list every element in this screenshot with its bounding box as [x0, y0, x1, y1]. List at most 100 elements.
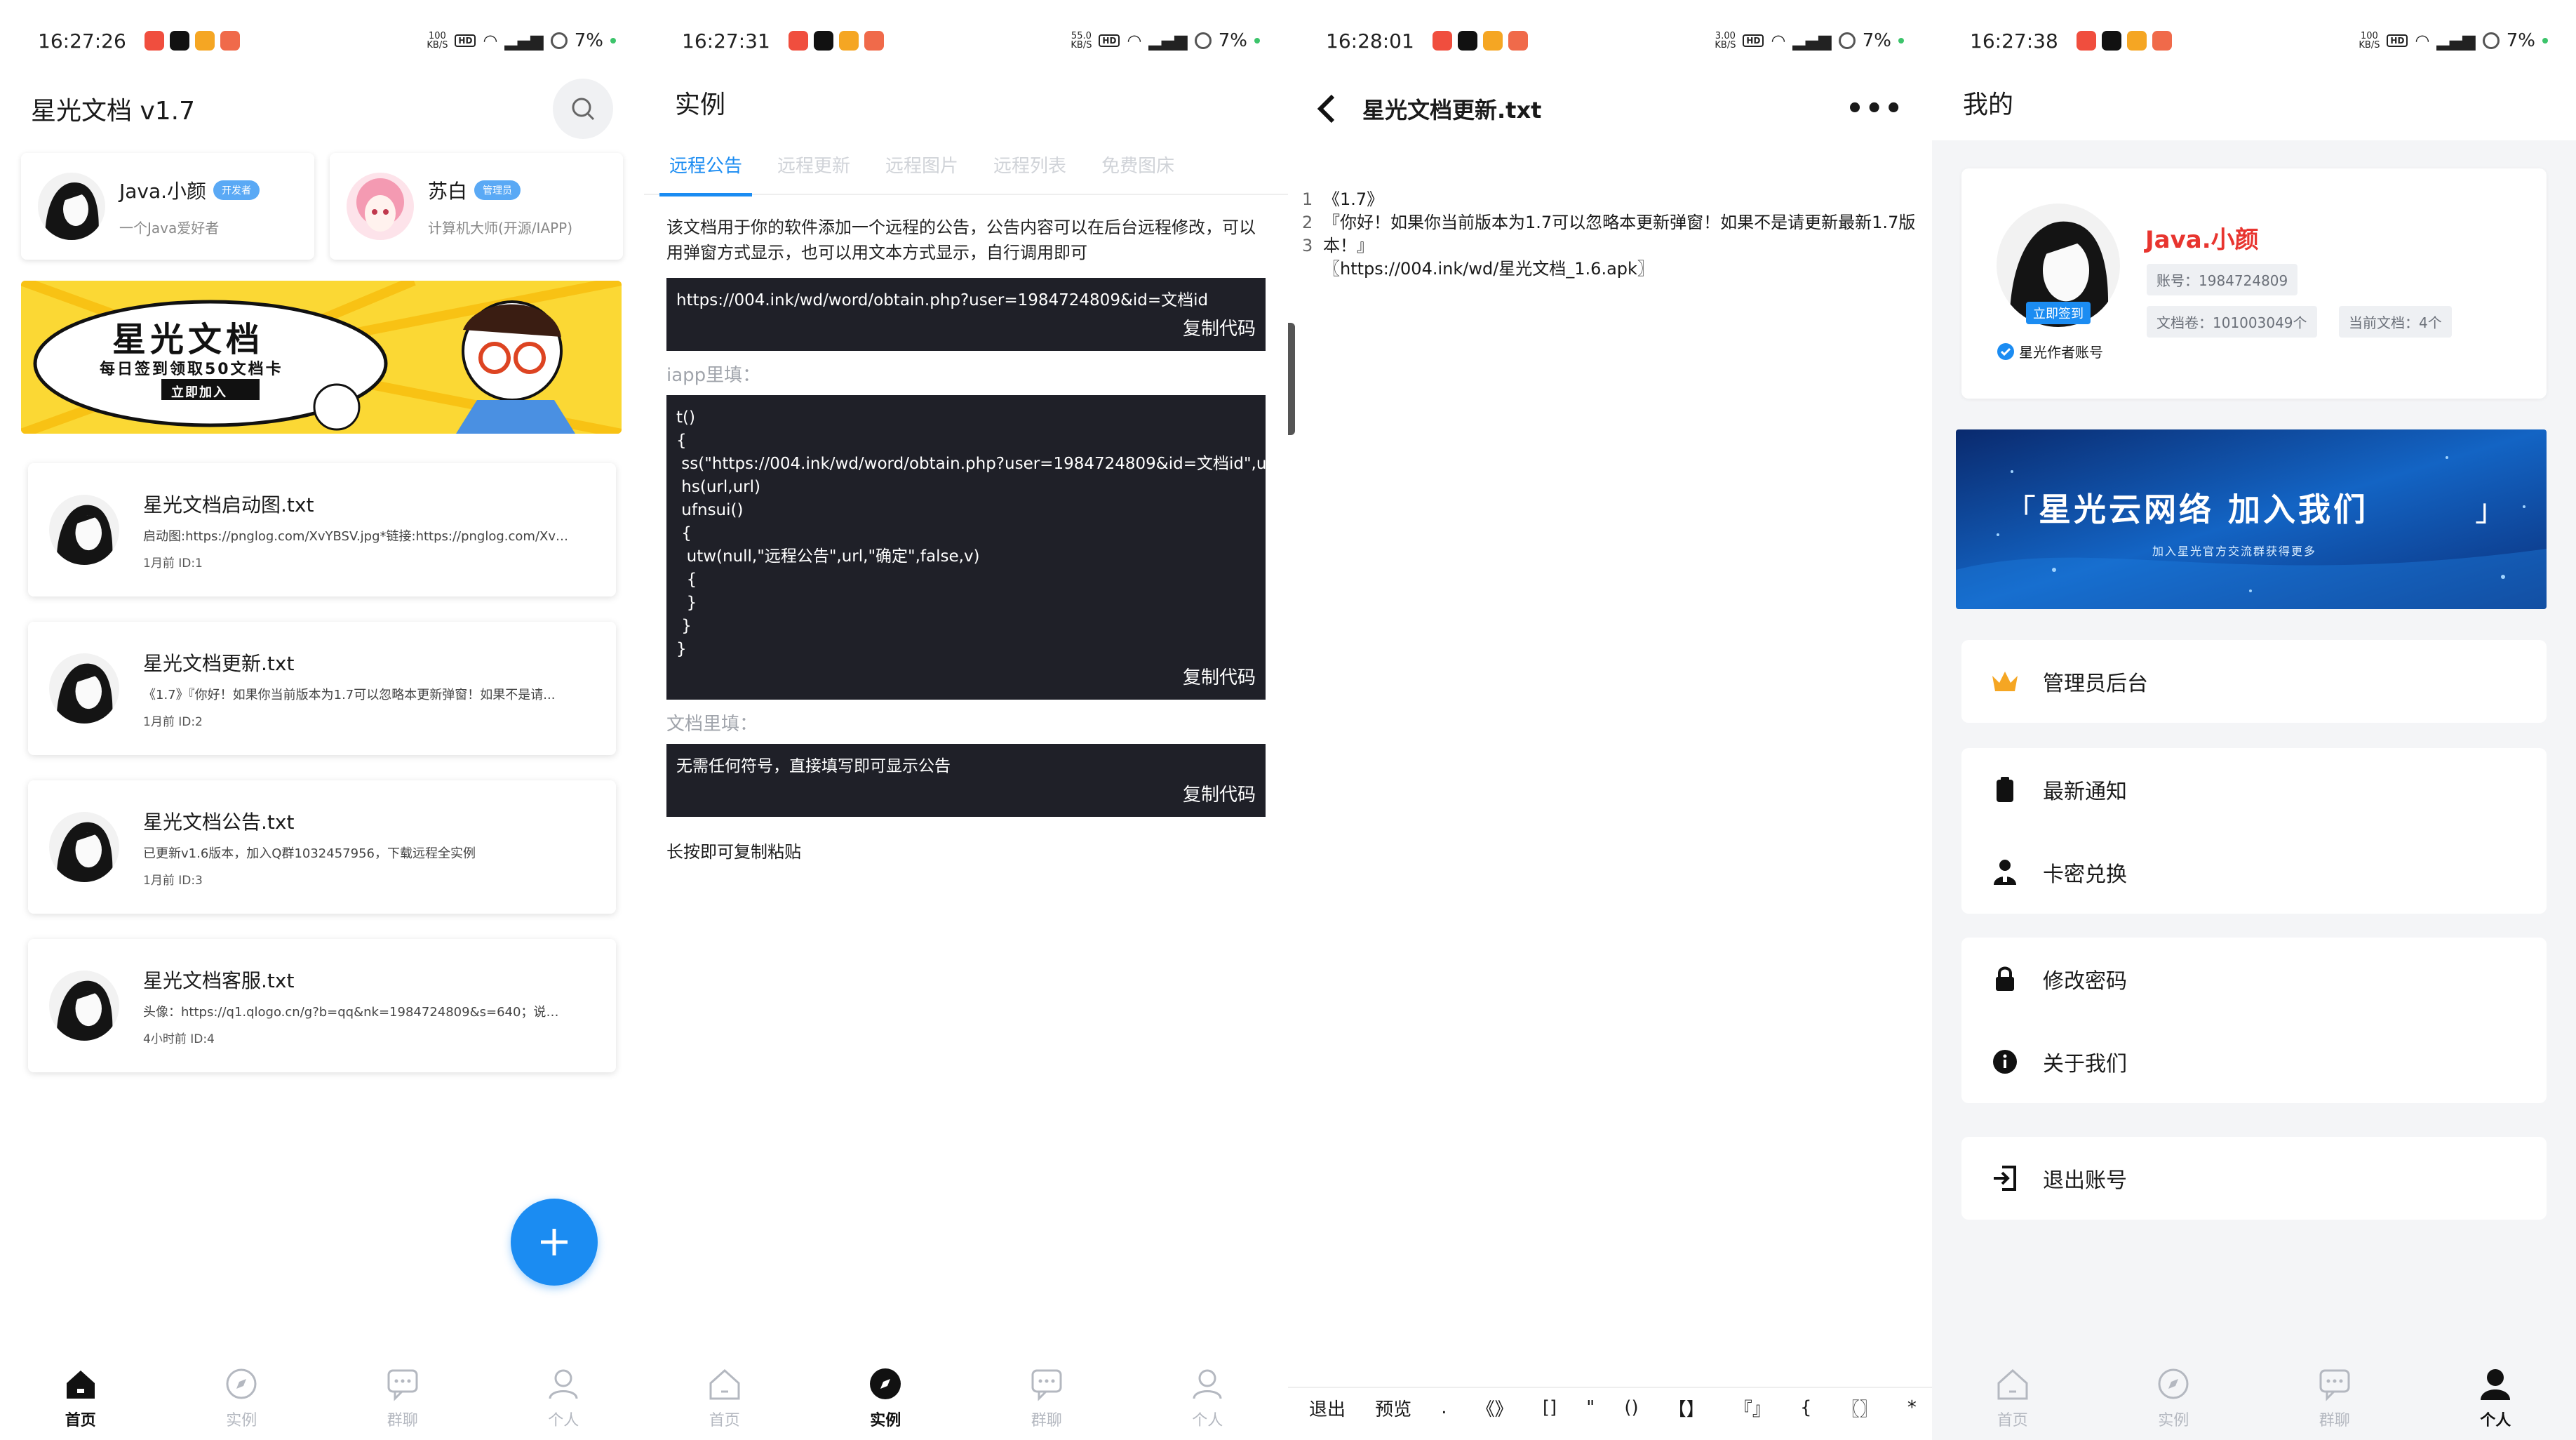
tiktok-notification-icon — [813, 31, 833, 51]
nav-me[interactable]: 个人 — [521, 1366, 605, 1430]
battery-icon — [1194, 32, 1212, 49]
nav-me[interactable]: 个人 — [2453, 1366, 2537, 1430]
user-name: Java.小颜 — [119, 179, 207, 203]
compass-icon — [870, 1368, 901, 1399]
doc-card[interactable]: 星光文档启动图.txt 启动图:https://pnglog.com/XvYBSV… — [28, 463, 616, 596]
nav-examples[interactable]: 实例 — [2131, 1366, 2215, 1430]
symbol-key[interactable]: . — [1441, 1397, 1447, 1418]
doc-title: 星光文档启动图.txt — [143, 493, 314, 516]
back-icon[interactable] — [1316, 93, 1337, 124]
profile-card: 立即签到 星光作者账号 Java.小颜 账号：1984724809 文档卷：10… — [1961, 168, 2547, 399]
symbol-key[interactable]: " — [1586, 1397, 1595, 1418]
editor-line: 1 《1.7》 — [1302, 189, 1384, 209]
doc-card[interactable]: 星光文档更新.txt 《1.7》『你好！如果你当前版本为1.7可以忽略本更新弹窗！… — [28, 622, 616, 755]
user-icon — [549, 1369, 578, 1399]
checkin-button[interactable]: 立即签到 — [2026, 302, 2091, 324]
doc-card[interactable]: 星光文档客服.txt 头像：https://q1.qlogo.cn/g?b=qq&… — [28, 939, 616, 1072]
page-title: 星光文档 v1.7 — [31, 97, 196, 126]
current-docs-tag: 当前文档：4个 — [2339, 306, 2452, 338]
charging-dot — [2542, 38, 2548, 44]
account-tag: 账号：1984724809 — [2147, 264, 2298, 295]
svg-text:「: 「 — [2005, 493, 2036, 528]
exit-button[interactable]: 退出 — [1309, 1395, 1346, 1421]
nav-examples[interactable]: 实例 — [843, 1366, 927, 1430]
symbol-key[interactable]: { — [1800, 1397, 1812, 1418]
add-doc-button[interactable] — [511, 1199, 598, 1286]
info-icon — [1993, 1050, 2017, 1074]
menu-about[interactable]: 关于我们 — [1961, 1020, 2547, 1103]
symbol-key[interactable]: 『』 — [1734, 1395, 1771, 1421]
status-bar: 16:27:38 100 KB/S HD ◠ ▂▄▆ 7% — [1932, 20, 2576, 62]
battery-percent: 7% — [1218, 30, 1247, 51]
doc-code: 无需任何符号，直接填写即可显示公告 — [676, 757, 951, 775]
user-desc: 计算机大师(开源/IAPP) — [428, 219, 573, 236]
app-notification-icon — [1482, 31, 1503, 51]
more-icon[interactable]: ••• — [1846, 93, 1904, 125]
status-time: 16:27:38 — [1970, 29, 2058, 53]
editor-content[interactable]: 1 《1.7》 2 『你好！如果你当前版本为1.7可以忽略本更新弹窗！如果不是请更新… — [1302, 188, 1918, 281]
app-notification-icon — [220, 31, 240, 51]
signal-icon: ▂▄▆ — [1148, 31, 1188, 51]
symbol-key[interactable]: 《》 — [1477, 1395, 1513, 1421]
promo-banner[interactable]: 星光文档 每日签到领取50文档卡 立即加入 — [21, 281, 622, 434]
doc-meta: 4小时前 ID:4 — [143, 1032, 215, 1046]
example-description: 该文档用于你的软件添加一个远程的公告，公告内容可以在后台远程修改，可以用弹窗方式… — [666, 218, 1256, 262]
nav-chat[interactable]: 群聊 — [1005, 1366, 1089, 1430]
status-bar: 16:28:01 3.00 KB/S HD ◠ ▂▄▆ 7% — [1288, 20, 1932, 62]
tab-remote-image[interactable]: 远程图片 — [885, 152, 958, 195]
nav-home[interactable]: 首页 — [39, 1366, 123, 1430]
symbol-key[interactable]: 〖〗 — [1842, 1395, 1878, 1421]
nav-me[interactable]: 个人 — [1165, 1366, 1249, 1430]
scroll-handle[interactable] — [1288, 323, 1295, 435]
symbol-key[interactable]: * — [1907, 1397, 1917, 1418]
nav-home[interactable]: 首页 — [683, 1366, 767, 1430]
user-icon — [1193, 1369, 1222, 1399]
menu-admin[interactable]: 管理员后台 — [1961, 640, 2547, 723]
editor-screen: 16:28:01 3.00 KB/S HD ◠ ▂▄▆ 7% 星光文档更新.txt… — [1288, 0, 1932, 1440]
network-speed: 55.0 KB/S — [1071, 31, 1092, 51]
status-time: 16:28:01 — [1326, 29, 1414, 53]
tab-remote-notice[interactable]: 远程公告 — [659, 152, 753, 196]
network-speed: 3.00 KB/S — [1715, 31, 1736, 51]
symbol-key[interactable]: () — [1624, 1397, 1638, 1418]
admin-menu: 管理员后台 — [1961, 640, 2547, 723]
plus-icon — [541, 1229, 568, 1255]
banner-join-button[interactable]: 立即加入 — [171, 382, 227, 401]
symbol-key[interactable]: 【】 — [1668, 1395, 1705, 1421]
join-banner[interactable]: 「 」 星光云网络 加入我们 加入星光官方交流群获得更多 — [1956, 429, 2547, 609]
menu-notice[interactable]: 最新通知 — [1961, 748, 2547, 831]
symbol-key[interactable]: [] — [1543, 1397, 1557, 1418]
doc-snippet: 《1.7》『你好！如果你当前版本为1.7可以忽略本更新弹窗！如果不是请... — [143, 687, 556, 702]
copy-code-button[interactable]: 复制代码 — [676, 784, 1256, 807]
nav-examples[interactable]: 实例 — [199, 1366, 283, 1430]
iapp-code-block[interactable]: t() { ss("https://004.ink/wd/word/obtain… — [666, 395, 1284, 700]
wifi-icon: ◠ — [1127, 31, 1142, 51]
nav-home[interactable]: 首页 — [1971, 1366, 2055, 1430]
menu-logout[interactable]: 退出账号 — [1961, 1137, 2547, 1220]
menu-password[interactable]: 修改密码 — [1961, 938, 2547, 1020]
hd-icon: HD — [455, 34, 476, 47]
copy-code-button[interactable]: 复制代码 — [676, 667, 1256, 690]
editor-line: 2 『你好！如果你当前版本为1.7可以忽略本更新弹窗！如果不是请更新最新1.7版 — [1302, 213, 1916, 232]
user-card[interactable]: Java.小颜 开发者 一个Java爱好者 — [21, 153, 314, 260]
copy-code-button[interactable]: 复制代码 — [676, 318, 1256, 341]
app-notification-icon — [2076, 31, 2096, 51]
clipboard-icon — [1997, 777, 2013, 802]
nav-chat[interactable]: 群聊 — [361, 1366, 445, 1430]
nav-chat[interactable]: 群聊 — [2293, 1366, 2377, 1430]
docs-count-tag: 文档卷：101003049个 — [2147, 306, 2317, 338]
chat-icon — [1031, 1369, 1062, 1401]
url-code-block[interactable]: https://004.ink/wd/word/obtain.php?user=… — [666, 278, 1266, 351]
user-card[interactable]: 苏白 管理员 计算机大师(开源/IAPP) — [330, 153, 623, 260]
doc-code-block[interactable]: 无需任何符号，直接填写即可显示公告 复制代码 — [666, 744, 1266, 817]
menu-redeem[interactable]: 卡密兑换 — [1961, 831, 2547, 914]
charging-dot — [1898, 38, 1904, 44]
profile-name: Java.小颜 — [2145, 226, 2259, 254]
tab-free-image-host[interactable]: 免费图床 — [1101, 152, 1174, 195]
search-button[interactable] — [553, 79, 613, 139]
tab-remote-list[interactable]: 远程列表 — [993, 152, 1066, 195]
preview-button[interactable]: 预览 — [1375, 1395, 1411, 1421]
tab-remote-update[interactable]: 远程更新 — [777, 152, 850, 195]
wifi-icon: ◠ — [1771, 31, 1786, 51]
doc-card[interactable]: 星光文档公告.txt 已更新v1.6版本，加入Q群1032457956，下载远程全… — [28, 780, 616, 914]
